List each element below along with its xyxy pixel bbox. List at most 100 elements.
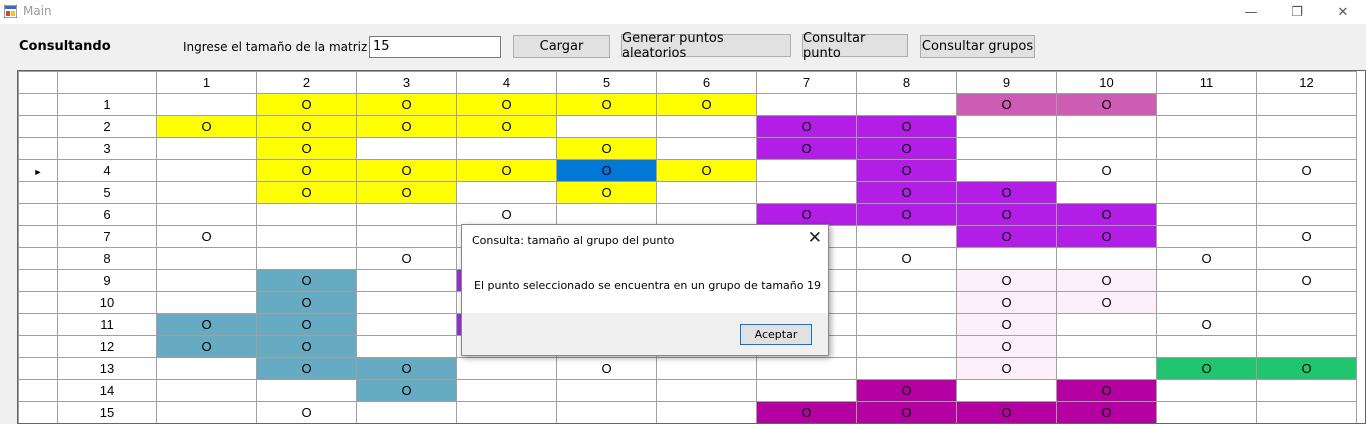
grid-cell[interactable]: O [356, 115, 457, 138]
grid-cell[interactable] [356, 313, 457, 336]
grid-cell[interactable] [456, 379, 557, 402]
grid-cell[interactable]: O [956, 269, 1057, 292]
grid-cell[interactable] [956, 137, 1057, 160]
grid-cell[interactable]: O [1056, 269, 1157, 292]
grid-cell[interactable] [1256, 291, 1357, 314]
row-selector[interactable]: ► [18, 159, 58, 182]
grid-cell[interactable] [1156, 137, 1257, 160]
row-selector[interactable] [18, 181, 58, 204]
grid-cell[interactable]: O [456, 93, 557, 116]
row-selector[interactable] [18, 357, 58, 380]
grid-cell[interactable] [1056, 137, 1157, 160]
grid-cell[interactable] [1156, 291, 1257, 314]
grid-cell[interactable]: O [256, 137, 357, 160]
grid-cell[interactable] [1056, 247, 1157, 270]
grid-cell[interactable] [556, 379, 657, 402]
grid-cell[interactable] [356, 225, 457, 248]
grid-cell[interactable] [356, 269, 457, 292]
dialog-close-icon[interactable]: ✕ [808, 228, 822, 248]
grid-cell[interactable] [856, 335, 957, 358]
table-row[interactable]: ► 4 O O O O O O O O [18, 159, 1357, 182]
grid-cell[interactable] [1256, 93, 1357, 116]
grid-cell[interactable] [756, 181, 857, 204]
grid-cell[interactable] [1256, 247, 1357, 270]
grid-cell[interactable] [456, 137, 557, 160]
grid-cell[interactable]: O [956, 357, 1057, 380]
grid-cell[interactable]: O [756, 115, 857, 138]
grid-cell[interactable] [756, 379, 857, 402]
column-header[interactable]: 12 [1256, 71, 1357, 94]
grid-cell[interactable]: O [256, 115, 357, 138]
grid-cell[interactable]: O [356, 357, 457, 380]
grid-cell[interactable] [1056, 115, 1157, 138]
grid-cell[interactable] [1156, 401, 1257, 423]
grid-cell[interactable] [256, 225, 357, 248]
grid-cell[interactable]: O [856, 181, 957, 204]
grid-cell[interactable]: O [256, 357, 357, 380]
table-row[interactable]: 6OOOOO [18, 203, 1357, 226]
grid-cell[interactable] [1256, 313, 1357, 336]
grid-cell[interactable] [856, 357, 957, 380]
grid-cell[interactable] [356, 137, 457, 160]
row-selector[interactable] [18, 335, 58, 358]
grid-cell[interactable] [1056, 335, 1157, 358]
grid-cell[interactable]: O [856, 247, 957, 270]
grid-cell[interactable] [856, 225, 957, 248]
table-row[interactable]: 2OOOOOO [18, 115, 1357, 138]
table-row[interactable]: 13 O O O O O O [18, 357, 1357, 380]
grid-cell[interactable]: O [556, 137, 657, 160]
column-header[interactable]: 9 [956, 71, 1057, 94]
grid-cell[interactable] [656, 379, 757, 402]
grid-cell[interactable]: O [1056, 93, 1157, 116]
grid-cell[interactable]: O [1156, 357, 1257, 380]
column-header[interactable]: 3 [356, 71, 457, 94]
grid-cell[interactable]: O [456, 203, 557, 226]
grid-cell[interactable] [456, 181, 557, 204]
grid-cell[interactable] [1156, 225, 1257, 248]
query-point-button[interactable]: Consultar punto [802, 31, 908, 61]
grid-cell[interactable] [956, 379, 1057, 402]
grid-cell[interactable] [956, 115, 1057, 138]
grid-cell[interactable] [856, 291, 957, 314]
grid-cell[interactable] [1256, 203, 1357, 226]
grid-cell[interactable]: O [1056, 159, 1157, 182]
grid-cell[interactable] [1056, 181, 1157, 204]
grid-cell[interactable] [356, 401, 457, 423]
grid-cell[interactable]: O [256, 335, 357, 358]
grid-cell[interactable]: O [856, 379, 957, 402]
grid-cell[interactable]: O [556, 181, 657, 204]
grid-cell[interactable]: O [956, 335, 1057, 358]
grid-cell[interactable] [356, 291, 457, 314]
grid-cell[interactable]: O [256, 181, 357, 204]
grid-cell[interactable]: O [856, 401, 957, 423]
grid-cell[interactable] [656, 115, 757, 138]
grid-cell[interactable] [1256, 401, 1357, 423]
grid-cell[interactable] [1156, 335, 1257, 358]
row-selector[interactable] [18, 93, 58, 116]
grid-cell[interactable] [1256, 181, 1357, 204]
grid-cell[interactable]: O [456, 159, 557, 182]
grid-cell[interactable]: O [556, 357, 657, 380]
grid-cell[interactable] [856, 269, 957, 292]
grid-cell[interactable] [556, 203, 657, 226]
grid-cell[interactable]: O [456, 115, 557, 138]
grid-cell[interactable] [656, 401, 757, 423]
grid-cell[interactable]: O [256, 159, 357, 182]
grid-cell[interactable] [156, 247, 257, 270]
grid-cell[interactable]: O [356, 247, 457, 270]
grid-cell[interactable] [656, 181, 757, 204]
table-row[interactable]: 5OOOOO [18, 181, 1357, 204]
column-header[interactable]: 7 [756, 71, 857, 94]
grid-cell[interactable]: O [656, 159, 757, 182]
grid-cell[interactable]: O [956, 181, 1057, 204]
grid-cell[interactable] [1256, 335, 1357, 358]
grid-cell[interactable]: O [1256, 269, 1357, 292]
grid-cell[interactable]: O [856, 203, 957, 226]
grid-cell[interactable] [956, 247, 1057, 270]
grid-cell[interactable] [1156, 115, 1257, 138]
grid-cell[interactable]: O [256, 93, 357, 116]
grid-cell[interactable] [1156, 93, 1257, 116]
column-header[interactable]: 1 [156, 71, 257, 94]
grid-cell[interactable]: O [156, 335, 257, 358]
grid-cell[interactable]: O [356, 379, 457, 402]
